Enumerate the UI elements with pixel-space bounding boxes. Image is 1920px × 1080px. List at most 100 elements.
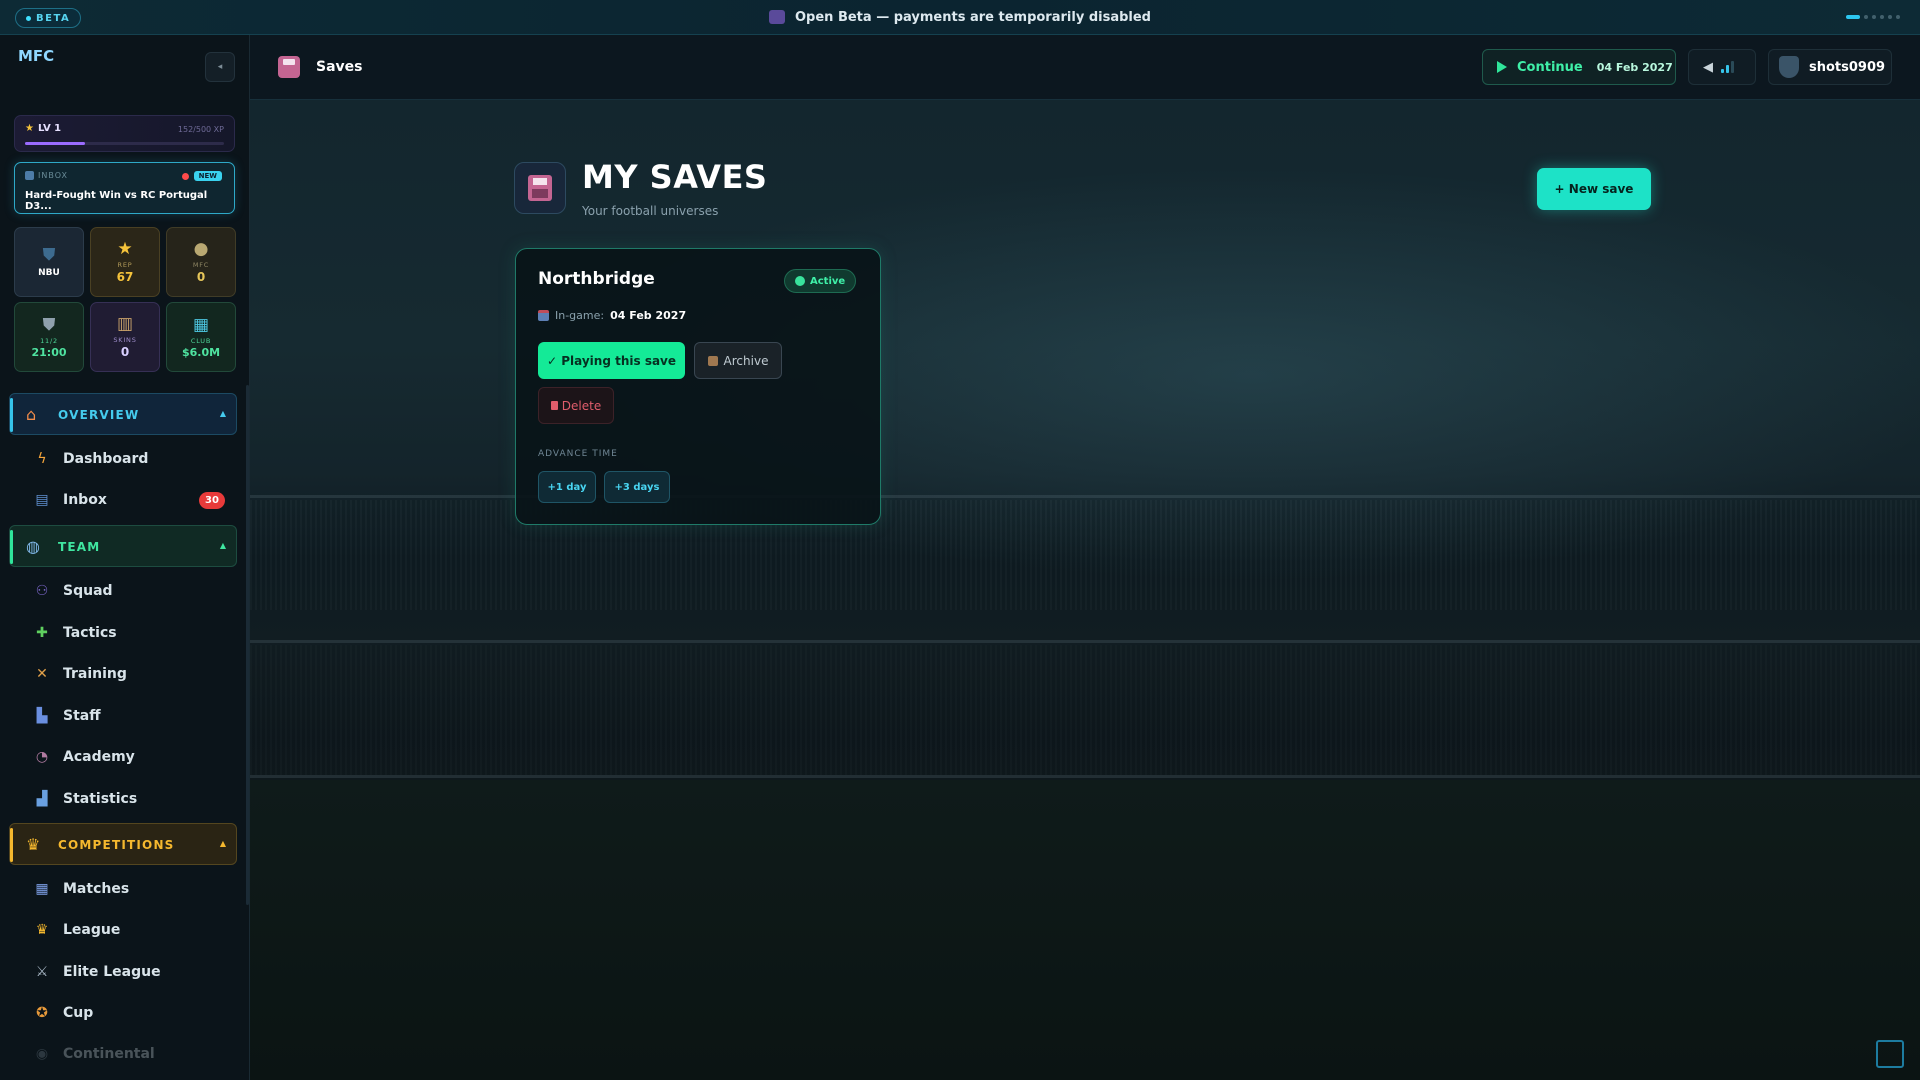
section-accent-bar (10, 530, 13, 564)
inbox-card-head: INBOX (25, 171, 68, 180)
next-match-tile[interactable]: ⛊ 11/2 21:00 (14, 302, 84, 372)
tile-label: REP (117, 261, 133, 269)
sidebar-item-label: Dashboard (63, 451, 149, 467)
username: shots0909 (1809, 59, 1886, 75)
inbox-new-indicator: NEW (181, 171, 222, 181)
banner-carousel-dots[interactable] (1846, 15, 1900, 19)
sidebar-scrollbar[interactable] (246, 385, 249, 905)
save-card: Northbridge Active In-game: 04 Feb 2027 … (515, 248, 881, 525)
corner-widget[interactable] (1876, 1040, 1904, 1068)
delete-label: Delete (561, 398, 602, 413)
section-competitions[interactable]: ♛ COMPETITIONS ▲ (9, 823, 237, 865)
reputation-tile[interactable]: ★ REP 67 (90, 227, 160, 297)
delete-button[interactable]: Delete (538, 387, 614, 424)
tile-value: 21:00 (31, 345, 67, 359)
inbox-card-title: Hard-Fought Win vs RC Portugal D3... (25, 190, 208, 212)
mfc-coin-tile[interactable]: ● MFC 0 (166, 227, 236, 297)
sidebar-item-elite-league[interactable]: ⚔ Elite League (9, 954, 237, 990)
archive-button[interactable]: Archive (694, 342, 782, 379)
section-label: COMPETITIONS (58, 838, 175, 852)
sidebar-item-league[interactable]: ♛ League (9, 912, 237, 948)
ingame-date: 04 Feb 2027 (610, 309, 687, 322)
sidebar-item-continental[interactable]: ◉ Continental (9, 1036, 237, 1072)
section-overview[interactable]: ⌂ OVERVIEW ▲ (9, 393, 237, 435)
floppy-disk-icon (278, 56, 300, 78)
save-name: Northbridge (538, 269, 655, 289)
user-profile-button[interactable]: shots0909 (1768, 49, 1892, 85)
club-crest-tile[interactable]: ⛊ NBU (14, 227, 84, 297)
collapse-sidebar-button[interactable]: ◂ (205, 52, 235, 82)
carousel-dot-active[interactable] (1846, 15, 1860, 19)
carousel-dot[interactable] (1896, 15, 1900, 19)
next-match-shield-icon: ⛊ (42, 314, 56, 335)
trash-icon (550, 401, 558, 410)
sidebar-item-label: Squad (63, 583, 113, 599)
sidebar-item-staff[interactable]: ▙ Staff (9, 698, 237, 734)
chevron-up-icon: ▲ (219, 541, 226, 550)
archive-label: Archive (723, 353, 769, 368)
tile-label: MFC (192, 261, 210, 269)
carousel-dot[interactable] (1872, 15, 1876, 19)
tile-label: SKINS (113, 336, 137, 344)
sidebar-item-training[interactable]: ✕ Training (9, 656, 237, 692)
page-subtitle: Your football universes (582, 204, 719, 218)
beta-pill: BETA (15, 8, 82, 28)
section-team[interactable]: ◍ TEAM ▲ (9, 525, 237, 567)
section-accent-bar (10, 828, 13, 862)
continue-label: Continue (1517, 59, 1583, 75)
sidebar-item-matches[interactable]: ▦ Matches (9, 871, 237, 907)
user-shield-icon (1779, 56, 1799, 78)
tile-label: 11/2 (40, 336, 58, 345)
tile-value: 0 (120, 345, 130, 359)
sidebar-item-statistics[interactable]: ▟ Statistics (9, 781, 237, 817)
people-icon: ⚇ (35, 583, 49, 599)
globe-icon: ◉ (35, 1046, 49, 1062)
academy-icon: ◔ (35, 749, 49, 765)
carousel-dot[interactable] (1888, 15, 1892, 19)
mfc-logo[interactable]: MFC (18, 49, 54, 81)
sidebar-item-inbox[interactable]: ▤ Inbox 30 (9, 482, 237, 518)
sidebar-item-label: Elite League (63, 964, 161, 980)
sidebar-item-academy[interactable]: ◔ Academy (9, 739, 237, 775)
floppy-disk-icon (528, 175, 552, 201)
page-title: MY SAVES (582, 158, 768, 196)
inbox-notification-card[interactable]: INBOX NEW Hard-Fought Win vs RC Portugal… (14, 162, 235, 214)
tile-label: CLUB (190, 336, 212, 345)
carousel-dot[interactable] (1864, 15, 1868, 19)
sidebar-item-label: Continental (63, 1046, 155, 1062)
calendar-icon (538, 310, 549, 321)
beta-banner: BETA Open Beta — payments are temporaril… (0, 0, 1920, 35)
playing-this-save-button[interactable]: ✓ Playing this save (538, 342, 685, 379)
club-budget-tile[interactable]: ▦ CLUB $6.0M (166, 302, 236, 372)
bolt-icon: ϟ (37, 451, 47, 467)
crowd-lower (250, 645, 1920, 775)
gamepad-icon (769, 10, 785, 24)
tile-value: 67 (116, 270, 134, 284)
tile-value: NBU (38, 268, 60, 278)
level-card[interactable]: ★ LV 1 152/500 XP (14, 115, 235, 152)
carousel-dot[interactable] (1880, 15, 1884, 19)
level-progress-fill (25, 142, 86, 145)
sidebar-item-label: Training (63, 666, 127, 682)
sidebar-item-squad[interactable]: ⚇ Squad (9, 573, 237, 609)
skins-tile[interactable]: ▥ SKINS 0 (90, 302, 160, 372)
sound-toggle[interactable]: ◀ (1688, 49, 1756, 85)
trophy-icon: ♛ (35, 922, 49, 938)
sidebar-item-label: Matches (63, 881, 130, 897)
sidebar-item-label: Cup (63, 1005, 94, 1021)
new-save-button[interactable]: + New save (1537, 168, 1651, 210)
sidebar-item-tactics[interactable]: ✚ Tactics (9, 615, 237, 651)
sidebar: MFC ◂ ★ LV 1 152/500 XP INBOX NEW Hard-F… (0, 35, 250, 1080)
advance-3-days-button[interactable]: +3 days (604, 471, 670, 503)
saves-icon-box (514, 162, 566, 214)
inbox-count-badge: 30 (199, 492, 225, 509)
play-icon (1497, 61, 1507, 73)
puzzle-icon: ✚ (36, 625, 48, 641)
advance-1-day-button[interactable]: +1 day (538, 471, 596, 503)
sidebar-item-cup[interactable]: ✪ Cup (9, 995, 237, 1031)
ball-icon: ◍ (26, 537, 40, 556)
sidebar-item-dashboard[interactable]: ϟ Dashboard (9, 441, 237, 477)
continue-button[interactable]: Continue 04 Feb 2027 (1482, 49, 1676, 85)
unread-dot-icon (181, 172, 189, 180)
sidebar-logo-row: MFC ◂ (0, 35, 249, 99)
